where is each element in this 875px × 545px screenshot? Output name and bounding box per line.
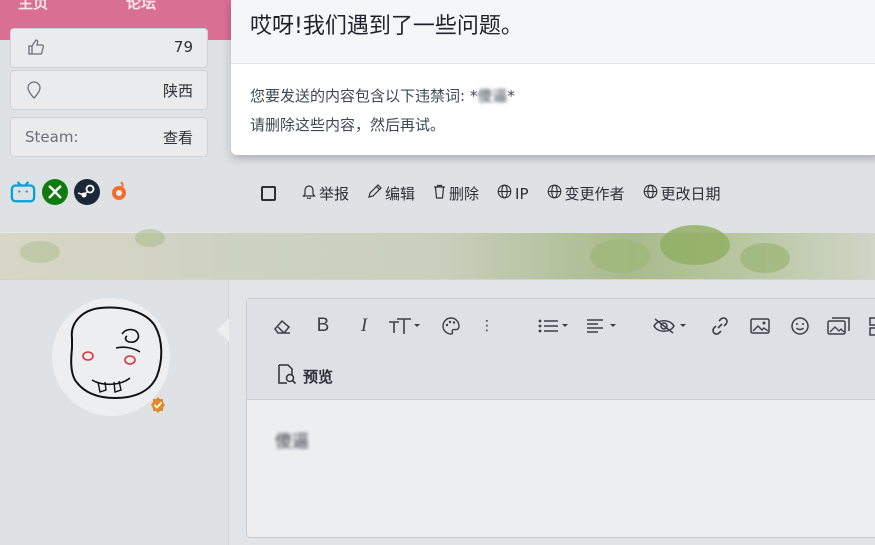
- platform-badges: [10, 179, 132, 205]
- post-action-bar: 举报 编辑 删除 IP 变更作者 更改日期: [228, 155, 875, 233]
- change-date-label: 更改日期: [660, 185, 721, 203]
- eraser-icon[interactable]: [269, 315, 295, 337]
- nav-item-forum[interactable]: 论坛: [126, 0, 156, 13]
- location-value: 陕西: [162, 82, 193, 100]
- palette-icon[interactable]: [438, 315, 464, 337]
- list-icon[interactable]: [537, 315, 573, 337]
- thumbs-up-icon: [27, 39, 45, 59]
- font-size-icon[interactable]: [387, 315, 423, 337]
- error-message-line2: 请删除这些内容，然后再试。: [250, 116, 446, 134]
- smile-icon[interactable]: [787, 315, 813, 337]
- verified-badge-icon: [149, 396, 167, 414]
- steam-row: Steam: 查看: [10, 117, 208, 157]
- error-dialog-title: 哎呀!我们遇到了一些问题。: [250, 14, 523, 39]
- rich-text-editor: B I ⋮ 预览 傻逼: [246, 298, 875, 538]
- steam-view-link[interactable]: 查看: [163, 127, 193, 148]
- error-dialog: 哎呀!我们遇到了一些问题。 您要发送的内容包含以下违禁词: *傻逼* 请删除这些…: [231, 0, 875, 155]
- editor-pointer: [217, 318, 229, 342]
- xbox-icon[interactable]: [42, 179, 68, 205]
- editor-content-text: 傻逼: [275, 432, 309, 452]
- ip-label: IP: [515, 184, 529, 203]
- align-icon[interactable]: [585, 315, 621, 337]
- change-author-label: 变更作者: [564, 185, 625, 203]
- italic-icon[interactable]: I: [351, 315, 377, 337]
- profile-sidebar: 79 陕西 Steam: 查看: [0, 28, 228, 232]
- delete-button[interactable]: 删除: [433, 183, 479, 204]
- editor-content[interactable]: 傻逼: [275, 427, 309, 452]
- image-icon[interactable]: [747, 315, 773, 337]
- eye-slash-icon[interactable]: [652, 315, 692, 337]
- globe-icon: [547, 184, 562, 203]
- bilibili-icon[interactable]: [10, 179, 36, 205]
- origin-icon[interactable]: [106, 179, 132, 205]
- preview-label: 预览: [303, 367, 334, 386]
- decorative-banner: [0, 225, 875, 279]
- likes-value: 79: [173, 38, 193, 56]
- preview-button[interactable]: 预览: [275, 363, 333, 389]
- report-button[interactable]: 举报: [302, 183, 349, 204]
- more-tools-icon[interactable]: [864, 315, 875, 337]
- map-pin-icon: [27, 81, 41, 103]
- likes-row: 79: [10, 28, 208, 68]
- error-message-prefix: 您要发送的内容包含以下违禁词: *: [250, 87, 478, 105]
- gallery-icon[interactable]: [826, 315, 852, 337]
- error-dialog-header: 哎呀!我们遇到了一些问题。: [231, 0, 875, 64]
- change-date-button[interactable]: 更改日期: [643, 183, 721, 204]
- change-author-button[interactable]: 变更作者: [547, 183, 625, 204]
- blocked-word: 傻逼: [477, 87, 508, 105]
- pencil-icon: [367, 184, 382, 203]
- file-search-icon: [275, 363, 297, 389]
- delete-label: 删除: [449, 185, 480, 203]
- editor-toolbar: B I ⋮ 预览: [247, 299, 875, 400]
- globe-icon: [497, 184, 512, 203]
- ip-button[interactable]: IP: [497, 183, 529, 204]
- steam-label: Steam:: [25, 128, 79, 146]
- trash-icon: [433, 184, 446, 203]
- globe-icon: [643, 184, 658, 203]
- location-row: 陕西: [10, 70, 208, 110]
- edit-button[interactable]: 编辑: [367, 183, 415, 204]
- edit-label: 编辑: [385, 185, 416, 203]
- bell-icon: [302, 184, 316, 203]
- nav-item-home[interactable]: 主页: [18, 0, 48, 13]
- steam-icon[interactable]: [74, 179, 100, 205]
- report-label: 举报: [319, 185, 350, 203]
- error-message-suffix: *: [507, 87, 515, 105]
- more-vertical-icon[interactable]: ⋮: [474, 315, 500, 337]
- error-message-line1: 您要发送的内容包含以下违禁词: *傻逼*: [250, 82, 515, 111]
- bold-icon[interactable]: B: [310, 315, 336, 337]
- select-post-checkbox[interactable]: [261, 186, 276, 201]
- error-dialog-body: 您要发送的内容包含以下违禁词: *傻逼* 请删除这些内容，然后再试。: [250, 82, 515, 140]
- link-icon[interactable]: [707, 315, 733, 337]
